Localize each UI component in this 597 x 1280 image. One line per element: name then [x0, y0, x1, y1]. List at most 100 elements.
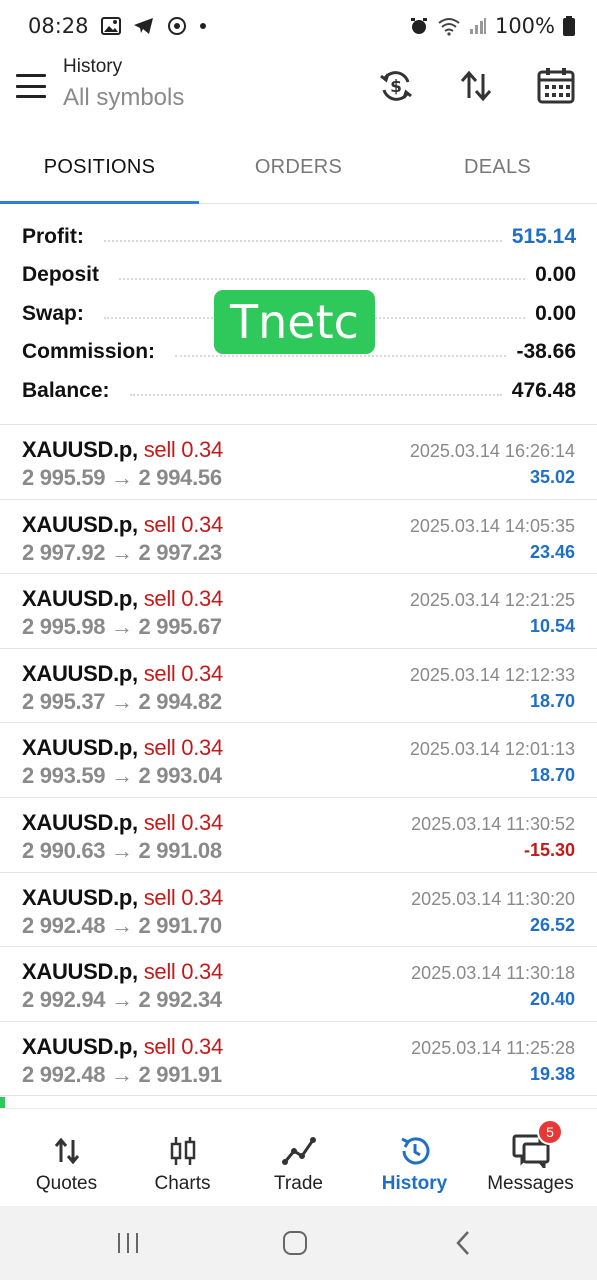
- summary-panel: Profit: 515.14 Deposit 0.00 Swap: 0.00 C…: [0, 218, 597, 424]
- position-profit: 19.38: [529, 1063, 575, 1084]
- price-range: 2 995.59 → 2 994.56: [22, 465, 222, 490]
- position-row[interactable]: XAUUSD.p, sell 0.34 2 990.63 → 2 991.08 …: [0, 798, 597, 873]
- app-header: History All symbols $: [0, 52, 597, 138]
- messages-icon: [473, 1131, 588, 1171]
- tab-deals[interactable]: DEALS: [398, 138, 597, 203]
- battery-percentage: 100%: [494, 14, 555, 38]
- close-time: 2025.03.14 12:21:25: [409, 590, 575, 611]
- sort-icon[interactable]: [456, 66, 496, 106]
- symbol: XAUUSD.p,: [22, 586, 138, 612]
- close-time: 2025.03.14 11:25:28: [411, 1037, 575, 1058]
- trade-side: sell 0.34: [143, 586, 224, 612]
- status-time: 08:28: [28, 14, 89, 38]
- position-title: XAUUSD.p, sell 0.34: [22, 885, 223, 911]
- position-profit: 23.46: [529, 541, 575, 562]
- position-title: XAUUSD.p, sell 0.34: [22, 959, 223, 985]
- symbol: XAUUSD.p,: [22, 660, 138, 686]
- position-profit: 18.70: [529, 690, 575, 711]
- profit-row: Profit: 515.14: [22, 218, 576, 256]
- position-title: XAUUSD.p, sell 0.34: [22, 586, 223, 612]
- candlestick-icon: [125, 1131, 240, 1171]
- nav-messages[interactable]: 5 Messages: [473, 1109, 588, 1207]
- price-range: 2 995.37 → 2 994.82: [22, 688, 222, 714]
- leader-dots: [103, 240, 502, 242]
- position-title: XAUUSD.p, sell 0.34: [22, 810, 223, 836]
- balance-value: 476.48: [511, 379, 576, 403]
- nav-history[interactable]: History: [357, 1109, 472, 1207]
- trade-side: sell 0.34: [143, 1033, 224, 1059]
- gallery-icon: [100, 17, 121, 35]
- calendar-icon[interactable]: [536, 66, 576, 106]
- symbol: XAUUSD.p,: [22, 884, 138, 910]
- nav-quotes[interactable]: Quotes: [9, 1109, 124, 1207]
- deposit-label: Deposit: [22, 263, 110, 287]
- position-row[interactable]: XAUUSD.p, sell 0.34 2 995.59 → 2 994.56 …: [0, 425, 597, 500]
- wifi-icon: [437, 16, 461, 36]
- trade-side: sell 0.34: [143, 511, 224, 537]
- history-clock-icon: [357, 1131, 472, 1171]
- signal-icon: [469, 17, 487, 35]
- nav-charts[interactable]: Charts: [125, 1109, 240, 1207]
- leader-dots: [175, 355, 507, 357]
- position-title: XAUUSD.p, sell 0.34: [22, 437, 223, 463]
- price-range: 2 992.94 → 2 992.34: [22, 987, 222, 1013]
- svg-text:$: $: [390, 77, 402, 97]
- position-row[interactable]: XAUUSD.p, sell 0.34 2 992.48 → 2 991.91 …: [0, 1022, 597, 1097]
- deposit-row: Deposit 0.00: [22, 256, 576, 294]
- symbol: XAUUSD.p,: [22, 1033, 138, 1059]
- trade-side: sell 0.34: [143, 437, 224, 462]
- nav-trade[interactable]: Trade: [241, 1109, 356, 1207]
- nav-label: Trade: [274, 1173, 323, 1194]
- position-profit: 10.54: [529, 616, 575, 637]
- alarm-icon: [409, 16, 429, 36]
- deposit-value: 0.00: [535, 263, 576, 287]
- position-row[interactable]: XAUUSD.p, sell 0.34 2 993.59 → 2 993.04 …: [0, 723, 597, 798]
- tab-positions[interactable]: POSITIONS: [0, 138, 199, 204]
- nav-label: History: [381, 1173, 448, 1194]
- bottom-navigation: Quotes Charts Trade History 5 Messages: [0, 1108, 597, 1206]
- position-title: XAUUSD.p, sell 0.34: [22, 661, 223, 687]
- price-range: 2 993.59 → 2 993.04: [22, 763, 222, 789]
- title-block[interactable]: History All symbols: [63, 56, 184, 112]
- position-profit: -15.30: [523, 839, 575, 860]
- position-row[interactable]: XAUUSD.p, sell 0.34 2 997.92 → 2 997.23 …: [0, 500, 597, 575]
- balance-label: Balance:: [22, 379, 120, 403]
- close-time: 2025.03.14 14:05:35: [409, 515, 575, 536]
- price-range: 2 992.48 → 2 991.91: [22, 1061, 222, 1087]
- menu-icon[interactable]: [16, 74, 46, 98]
- trade-side: sell 0.34: [143, 884, 224, 910]
- balance-row: Balance: 476.48: [22, 372, 576, 410]
- position-row[interactable]: XAUUSD.p, sell 0.34 2 992.48 → 2 991.70 …: [0, 873, 597, 948]
- position-profit: 26.52: [529, 914, 575, 935]
- home-icon[interactable]: [275, 1226, 315, 1260]
- nav-label: Messages: [487, 1173, 574, 1194]
- profit-value: 515.14: [511, 225, 576, 249]
- trade-side: sell 0.34: [143, 809, 224, 835]
- quotes-icon: [9, 1131, 124, 1171]
- price-range: 2 990.63 → 2 991.08: [22, 837, 222, 863]
- recent-apps-icon[interactable]: [108, 1226, 148, 1260]
- symbol-filter[interactable]: All symbols: [63, 84, 184, 112]
- status-bar: 08:28 100%: [0, 0, 597, 52]
- messages-badge: 5: [537, 1119, 563, 1145]
- close-time: 2025.03.14 11:30:52: [411, 813, 575, 834]
- tab-orders[interactable]: ORDERS: [199, 138, 398, 203]
- symbol: XAUUSD.p,: [22, 735, 138, 761]
- price-range: 2 995.98 → 2 995.67: [22, 614, 222, 640]
- leader-dots: [129, 394, 502, 396]
- battery-icon: [563, 16, 575, 36]
- profit-label: Profit:: [22, 225, 94, 249]
- position-row[interactable]: XAUUSD.p, sell 0.34 2 995.98 → 2 995.67 …: [0, 574, 597, 649]
- back-icon[interactable]: [443, 1226, 483, 1260]
- swap-label: Swap:: [22, 302, 94, 326]
- position-row[interactable]: XAUUSD.p, sell 0.34 2 995.37 → 2 994.82 …: [0, 649, 597, 724]
- position-profit: 20.40: [529, 989, 575, 1010]
- symbol: XAUUSD.p,: [22, 959, 138, 985]
- app-icon: [167, 16, 187, 36]
- position-title: XAUUSD.p, sell 0.34: [22, 1034, 223, 1060]
- position-row[interactable]: XAUUSD.p, sell 0.34 2 992.94 → 2 992.34 …: [0, 947, 597, 1022]
- currency-sync-icon[interactable]: $: [376, 66, 416, 106]
- close-time: 2025.03.14 11:30:18: [411, 963, 575, 984]
- trade-side: sell 0.34: [143, 735, 224, 761]
- watermark-label: Tnetc: [214, 290, 375, 354]
